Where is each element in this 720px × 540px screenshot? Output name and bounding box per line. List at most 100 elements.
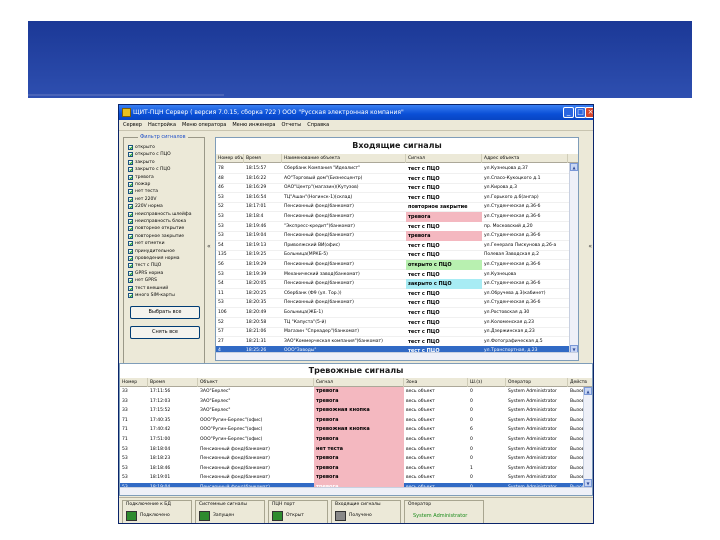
alarm-col-action[interactable]: Действ <box>568 378 592 387</box>
alarm-col-signal[interactable]: Сигнал <box>314 378 404 387</box>
filter-item[interactable]: неисправность блока <box>128 218 204 225</box>
col-object-name[interactable]: Наименование объекта <box>282 154 406 163</box>
table-row[interactable]: 78 18:15:57 Сбербанк Компания "Идеалист" те… <box>216 164 578 174</box>
menu-operator[interactable]: Меню оператора <box>182 120 226 130</box>
alarm-row[interactable]: 33 17:15:52 ЗАО"Берлес" тревожная кнопка вес… <box>120 406 592 416</box>
checkbox[interactable] <box>128 174 133 180</box>
alarm-row[interactable]: 53 18:18:04 Пенсионный фонд(банкомат) нет т… <box>120 444 592 455</box>
clear-all-button[interactable]: Снять все <box>130 326 200 339</box>
checkbox[interactable] <box>128 189 133 195</box>
filter-item[interactable]: принудительное <box>128 248 204 255</box>
table-row[interactable]: 54 18:20:05 Пенсионный фонд(банкомат) закры… <box>216 279 578 290</box>
filter-item[interactable]: 220V норма <box>128 203 204 210</box>
table-row[interactable]: 57 18:21:06 Магазин "Спреадер"(банкомат) те… <box>216 327 578 338</box>
table-row[interactable]: 53 18:20:35 Пенсионный фонд(банкомат) тест … <box>216 298 578 309</box>
checkbox[interactable] <box>128 270 133 276</box>
alarm-col-number[interactable]: Номер <box>120 378 148 387</box>
filter-item[interactable]: тревога <box>128 174 204 181</box>
alarm-col-object[interactable]: Объект <box>198 378 314 387</box>
incoming-scrollbar[interactable]: ▲ ▼ <box>569 163 578 353</box>
col-number[interactable]: Номер объекта <box>216 154 244 163</box>
checkbox[interactable] <box>128 241 133 247</box>
table-row[interactable]: 53 18:19:39 Механический завод(банкомат) те… <box>216 270 578 280</box>
checkbox[interactable] <box>128 211 133 217</box>
table-row[interactable]: 106 18:20:49 Больница(ЖБ-1) тест с ПЦО ул.Ро… <box>216 308 578 318</box>
minimize-button[interactable]: _ <box>563 107 574 118</box>
alarm-scrollbar[interactable]: ▲ ▼ <box>583 387 592 487</box>
table-row[interactable]: 56 18:19:29 Пенсионный фонд(банкомат) откры… <box>216 260 578 270</box>
checkbox[interactable] <box>128 248 133 254</box>
table-row[interactable]: 11 18:20:25 Сбербанк (Ф9 (ул. Тор.)) тест с… <box>216 289 578 299</box>
alarm-row[interactable]: 71 17:51:00 ООО"Ругин-Берлес"(офис) тревога… <box>120 435 592 445</box>
table-row[interactable]: 53 18:18:4 Пенсионный фонд(банкомат) тревог… <box>216 212 578 222</box>
checkbox[interactable] <box>128 204 133 210</box>
filter-item[interactable]: много SIM-карты <box>128 292 204 299</box>
collapse-right-arrow[interactable]: « <box>588 243 592 250</box>
table-row[interactable]: 52 18:17:01 Пенсионный фонд(банкомат) повто… <box>216 202 578 213</box>
table-row[interactable]: 54 18:19:13 Приволжский ВИ(офис) тест с ПЦО… <box>216 241 578 251</box>
filter-item[interactable]: пожар <box>128 181 204 188</box>
table-row[interactable]: 46 18:16:29 ОАО"Центр"(магазин)(Кутузов) те… <box>216 183 578 194</box>
filter-item[interactable]: открыто <box>128 144 204 151</box>
filter-item[interactable]: нет отметки <box>128 240 204 247</box>
alarm-col-zone[interactable]: Зона <box>404 378 468 387</box>
alarm-row[interactable]: 53 18:18:46 Пенсионный фонд(банкомат) трево… <box>120 463 592 474</box>
menu-server[interactable]: Сервер <box>123 120 142 130</box>
alarm-col-operator[interactable]: Оператор <box>506 378 568 387</box>
col-signal[interactable]: Сигнал <box>406 154 482 163</box>
checkbox[interactable] <box>128 233 133 239</box>
alarm-row[interactable]: 33 17:11:56 ЗАО"Берлес" тревога весь объект 0… <box>120 387 592 397</box>
scroll-up-arrow[interactable]: ▲ <box>570 163 578 171</box>
alarm-hscrollbar[interactable] <box>120 487 592 495</box>
checkbox[interactable] <box>128 219 133 224</box>
incoming-hscrollbar[interactable] <box>216 352 578 360</box>
table-row[interactable]: 53 18:19:46 "Экспресс-кредит"(банкомат) тес… <box>216 222 578 232</box>
filter-item[interactable]: повторное закрытие <box>128 233 204 240</box>
filter-item[interactable]: открыто с ПЦО <box>128 151 204 158</box>
alarm-col-time[interactable]: Время <box>148 378 198 387</box>
table-row[interactable]: 53 18:19:04 Пенсионный фонд(банкомат) трево… <box>216 231 578 242</box>
checkbox[interactable] <box>128 278 133 284</box>
alarm-col-loop[interactable]: Ш.(з) <box>468 378 506 387</box>
filter-item[interactable]: нет теста <box>128 188 204 195</box>
menu-settings[interactable]: Настройка <box>148 120 176 130</box>
filter-item[interactable]: закрыто с ПЦО <box>128 166 204 173</box>
checkbox[interactable] <box>128 226 133 232</box>
col-address[interactable]: Адрес объекта <box>482 154 568 163</box>
filter-item[interactable]: нет GPRS <box>128 277 204 284</box>
alarm-row[interactable]: 33 17:12:03 ЗАО"Берлес" тревога весь объект 0… <box>120 396 592 407</box>
filter-item[interactable]: нет 220V <box>128 196 204 203</box>
alarm-row[interactable]: 71 17:40:42 ООО"Ругин-Берлес"(офис) тревожн… <box>120 425 592 435</box>
alarm-row[interactable]: 53 18:18:23 Пенсионный фонд(банкомат) трево… <box>120 454 592 464</box>
filter-item[interactable]: тест с ПЦО <box>128 262 204 269</box>
checkbox[interactable] <box>128 196 133 202</box>
alarm-scroll-down-arrow[interactable]: ▼ <box>584 479 592 487</box>
checkbox[interactable] <box>128 182 133 187</box>
col-time[interactable]: Время <box>244 154 282 163</box>
menu-help[interactable]: Справка <box>307 120 329 130</box>
table-row[interactable]: 48 18:16:22 АО"Торговый дом"(Бизнесцентр) т… <box>216 174 578 184</box>
checkbox[interactable] <box>128 285 133 291</box>
select-all-button[interactable]: Выбрать все <box>130 306 200 319</box>
checkbox[interactable] <box>128 263 133 269</box>
menu-reports[interactable]: Отчеты <box>281 120 301 130</box>
checkbox[interactable] <box>128 152 133 158</box>
checkbox[interactable] <box>128 145 133 150</box>
close-button[interactable]: × <box>585 107 593 118</box>
filter-item[interactable]: неисправность шлейфа <box>128 211 204 218</box>
alarm-row[interactable]: 53 18:19:01 Пенсионный фонд(банкомат) трево… <box>120 473 592 483</box>
table-row[interactable]: 52 18:20:58 ТЦ "Капуста"(5-й) тест с ПЦО ул.… <box>216 318 578 328</box>
checkbox[interactable] <box>128 167 133 173</box>
menu-engineer[interactable]: Меню инженера <box>232 120 275 130</box>
checkbox[interactable] <box>128 293 133 298</box>
table-row[interactable]: 135 18:19:25 Больница(МРКБ-5) тест с ПЦО Пол… <box>216 250 578 261</box>
table-row[interactable]: 27 18:21:31 ЗАО"Коммерческая компания"(бан… <box>216 337 578 347</box>
filter-item[interactable]: проведения норма <box>128 255 204 262</box>
filter-item[interactable]: повторное открытие <box>128 225 204 232</box>
filter-item[interactable]: тест внешний <box>128 285 204 292</box>
filter-item[interactable]: закрыто <box>128 159 204 166</box>
alarm-row[interactable]: 71 17:40:35 ООО"Ругин-Берлес"(офис) тревога… <box>120 415 592 426</box>
checkbox[interactable] <box>128 159 133 165</box>
alarm-scroll-up-arrow[interactable]: ▲ <box>584 387 592 395</box>
table-row[interactable]: 53 18:16:54 ТЦ"Ашан"(Ногинск-1)(склад) тест… <box>216 193 578 203</box>
